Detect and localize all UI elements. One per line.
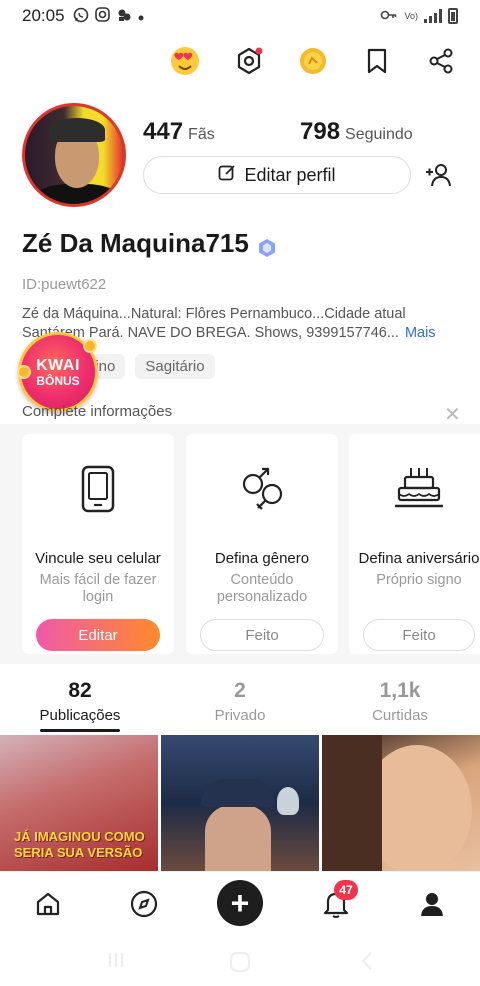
edit-icon: [218, 164, 236, 187]
home-nav-icon[interactable]: [229, 951, 251, 978]
followers-label: Fãs: [188, 126, 215, 143]
tab-label: Privado: [214, 707, 266, 724]
profile-icon[interactable]: [412, 884, 452, 924]
active-tab-indicator: [40, 729, 120, 732]
tab-count: 2: [234, 679, 246, 702]
tab-label: Publicações: [39, 707, 121, 724]
notification-count-badge: 47: [334, 880, 358, 900]
ghost-decoration: [277, 787, 299, 815]
profile-avatar[interactable]: [22, 103, 126, 207]
following-label: Seguindo: [345, 126, 413, 143]
edit-profile-label: Editar perfil: [244, 164, 336, 185]
dot-icon: [138, 8, 144, 24]
bio: Zé da Máquina...Natural: Flôres Pernambu…: [22, 305, 462, 343]
tab-private[interactable]: 2 Privado: [160, 679, 320, 724]
followers-stat[interactable]: 447 Fãs: [143, 118, 215, 146]
content-tabs: 82 Publicações 2 Privado 1,1k Curtidas: [0, 675, 480, 735]
discover-icon[interactable]: [124, 884, 164, 924]
username: Zé Da Maquina715: [22, 228, 277, 259]
bookmark-icon[interactable]: [358, 42, 396, 80]
complete-info-header: Complete informações: [22, 403, 173, 420]
status-time: 20:05: [22, 6, 65, 25]
add-friend-icon[interactable]: [424, 160, 454, 190]
profile-top-actions: [166, 42, 460, 80]
instagram-icon: [94, 7, 110, 25]
love-emoji-icon[interactable]: [166, 42, 204, 80]
card-done-button[interactable]: Feito: [363, 619, 475, 651]
card-title: Vincule seu celular: [35, 550, 161, 567]
coin-decoration-icon: [83, 339, 97, 353]
thumbnail-caption: JÁ IMAGINOU COMO SERIA SUA VERSÃO: [14, 829, 145, 860]
kwai-bonus-badge[interactable]: KWAI BÔNUS: [17, 332, 98, 412]
video-thumbnail[interactable]: [161, 735, 319, 871]
coin-decoration-icon: [17, 365, 31, 379]
share-icon[interactable]: [422, 42, 460, 80]
card-subtitle: Próprio signo: [376, 572, 462, 588]
bio-more-link[interactable]: Mais: [405, 325, 436, 341]
gender-icon: [186, 464, 338, 524]
card-done-button[interactable]: Feito: [200, 619, 324, 651]
vowifi-icon: Vo): [404, 11, 418, 21]
card-edit-button[interactable]: Editar: [36, 619, 160, 651]
edit-profile-button[interactable]: Editar perfil: [143, 156, 411, 194]
coin-icon[interactable]: [294, 42, 332, 80]
recents-icon[interactable]: [106, 951, 126, 974]
user-id: ID:puewt622: [22, 276, 107, 293]
whatsapp-icon: [73, 7, 89, 26]
home-icon[interactable]: [28, 884, 68, 924]
key-icon: [380, 9, 398, 24]
video-thumbnail[interactable]: JÁ IMAGINOU COMO SERIA SUA VERSÃO: [0, 735, 158, 871]
following-count: 798: [300, 118, 341, 145]
tab-count: 82: [68, 679, 92, 702]
complete-info-cards: Vincule seu celular Mais fácil de fazer …: [0, 424, 480, 664]
status-bar: 20:05 Vo): [0, 0, 480, 32]
card-phone[interactable]: Vincule seu celular Mais fácil de fazer …: [22, 434, 174, 654]
bottom-navigation: + 47: [0, 871, 480, 933]
kwai-bonus-line1: KWAI: [36, 356, 80, 374]
signal-icon: [424, 9, 442, 23]
back-icon[interactable]: [360, 951, 374, 976]
following-stat[interactable]: 798 Seguindo: [300, 118, 413, 146]
verified-badge-icon: [257, 234, 277, 257]
bio-text: Zé da Máquina...Natural: Flôres Pernambu…: [22, 306, 406, 341]
card-title: Defina aniversário: [358, 550, 480, 567]
card-subtitle: Mais fácil de fazer login: [39, 572, 157, 605]
thumbnail-hat: [201, 779, 275, 807]
card-gender[interactable]: Defina gênero Conteúdo personalizado Fei…: [186, 434, 338, 654]
card-title: Defina gênero: [214, 550, 310, 567]
card-birthday[interactable]: Defina aniversário Próprio signo Feito: [349, 434, 480, 654]
tab-label: Curtidas: [372, 707, 428, 724]
video-thumbnail[interactable]: [322, 735, 480, 871]
system-navigation-bar: [0, 933, 480, 986]
phone-icon: [22, 464, 174, 524]
thumbnail-hair: [322, 735, 382, 871]
avatar-cap: [49, 118, 105, 142]
tag-sign: Sagitário: [135, 354, 215, 379]
tab-likes[interactable]: 1,1k Curtidas: [320, 679, 480, 724]
tab-publications[interactable]: 82 Publicações: [0, 679, 160, 724]
card-subtitle: Conteúdo personalizado: [216, 572, 308, 605]
tab-count: 1,1k: [379, 679, 421, 702]
create-button[interactable]: +: [217, 880, 263, 926]
cake-icon: [349, 464, 480, 524]
settings-hex-icon[interactable]: [230, 42, 268, 80]
kwai-icon: [116, 7, 132, 26]
thumbnail-face: [205, 805, 271, 871]
video-grid: JÁ IMAGINOU COMO SERIA SUA VERSÃO: [0, 735, 480, 871]
followers-count: 447: [143, 118, 184, 145]
username-text: Zé Da Maquina715: [22, 228, 249, 258]
battery-icon: [448, 8, 458, 24]
kwai-bonus-line2: BÔNUS: [36, 373, 80, 388]
